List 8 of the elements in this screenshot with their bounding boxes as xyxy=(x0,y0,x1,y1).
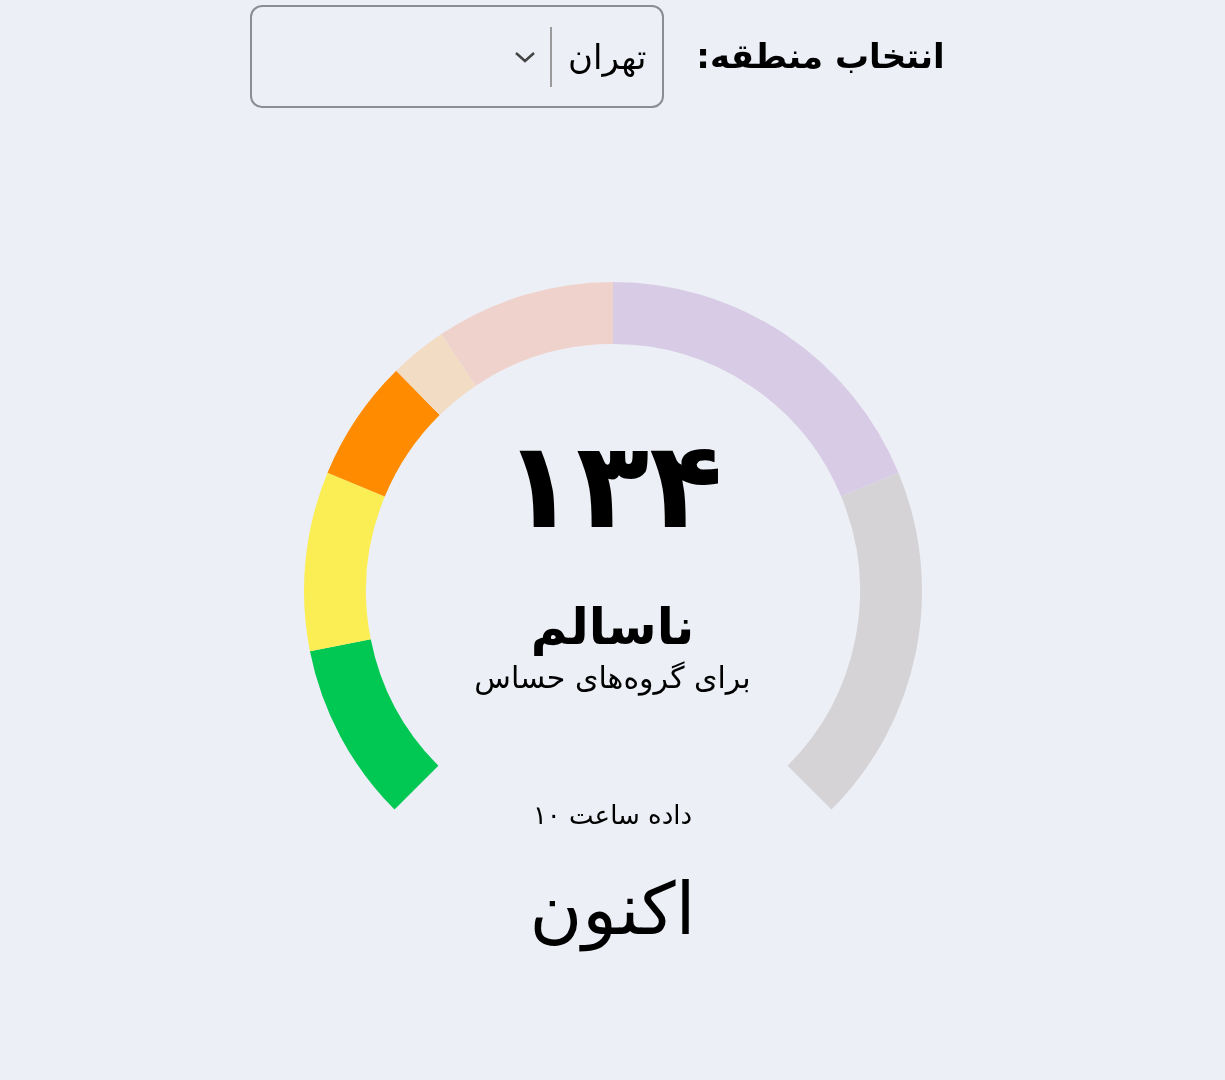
aqi-category: ناسالم xyxy=(530,597,695,658)
aqi-subtitle: برای گروه‌های حساس xyxy=(474,658,751,696)
period-label: اکنون xyxy=(529,866,696,954)
aqi-value: ۱۳۴ xyxy=(502,426,723,546)
region-value: تهران xyxy=(550,26,663,87)
region-label: انتخاب منطقه: xyxy=(696,35,945,78)
region-dropdown[interactable]: تهران xyxy=(250,5,665,108)
data-time-note: داده ساعت ۱۰ xyxy=(532,799,693,832)
